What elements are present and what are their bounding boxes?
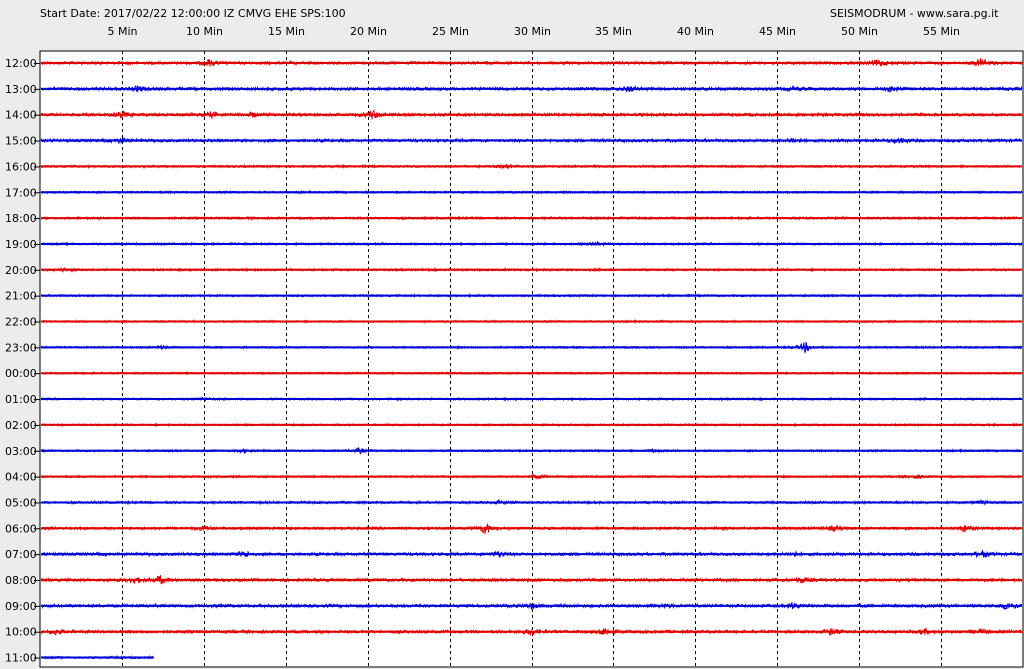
hour-row-label: 16:00 bbox=[5, 160, 37, 173]
minute-tick-label: 45 Min bbox=[759, 25, 796, 38]
hour-row-label: 23:00 bbox=[5, 341, 37, 354]
hour-row-label: 02:00 bbox=[5, 419, 37, 432]
hour-row-label: 18:00 bbox=[5, 212, 37, 225]
minute-tick-label: 50 Min bbox=[841, 25, 878, 38]
hour-row-label: 10:00 bbox=[5, 626, 37, 639]
hour-row-label: 03:00 bbox=[5, 445, 37, 458]
hour-row-label: 14:00 bbox=[5, 109, 37, 122]
hour-row-label: 11:00 bbox=[5, 652, 37, 665]
hour-row-label: 08:00 bbox=[5, 574, 37, 587]
plot-area bbox=[39, 50, 1024, 668]
hour-row-label: 12:00 bbox=[5, 57, 37, 70]
hour-row-label: 05:00 bbox=[5, 496, 37, 509]
minute-tick-label: 20 Min bbox=[350, 25, 387, 38]
hour-row-label: 17:00 bbox=[5, 186, 37, 199]
hour-row-label: 09:00 bbox=[5, 600, 37, 613]
hour-row-label: 19:00 bbox=[5, 238, 37, 251]
hour-row-label: 06:00 bbox=[5, 522, 37, 535]
minute-tick-label: 55 Min bbox=[923, 25, 960, 38]
hour-row-label: 07:00 bbox=[5, 548, 37, 561]
seismogram-plot: 5 Min 10 Min 15 Min 20 Min 25 Min 30 Min 35 Mi… bbox=[5, 25, 1024, 668]
minute-tick-label: 10 Min bbox=[186, 25, 223, 38]
hour-row-label: 01:00 bbox=[5, 393, 37, 406]
minute-tick-label: 35 Min bbox=[595, 25, 632, 38]
hour-row-label: 21:00 bbox=[5, 290, 37, 303]
minute-tick-label: 40 Min bbox=[677, 25, 714, 38]
minute-tick-label: 15 Min bbox=[268, 25, 305, 38]
minute-tick-label: 25 Min bbox=[432, 25, 469, 38]
hour-row-label: 04:00 bbox=[5, 471, 37, 484]
minute-tick-label: 30 Min bbox=[514, 25, 551, 38]
minute-tick-label: 5 Min bbox=[107, 25, 137, 38]
hour-row-label: 13:00 bbox=[5, 83, 37, 96]
hour-row-label: 15:00 bbox=[5, 135, 37, 148]
hour-row-label: 22:00 bbox=[5, 316, 37, 329]
hour-row-label: 00:00 bbox=[5, 367, 37, 380]
hour-row-label: 20:00 bbox=[5, 264, 37, 277]
